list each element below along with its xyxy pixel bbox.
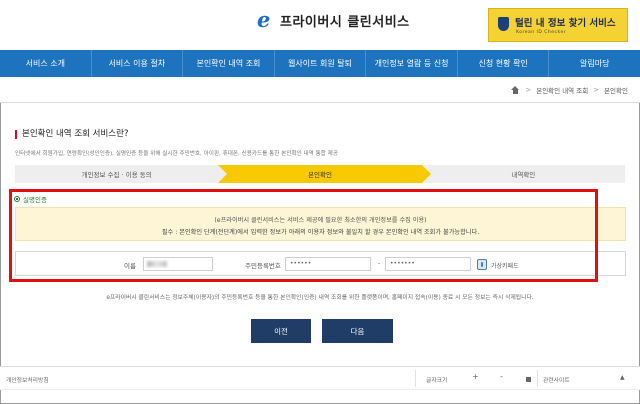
home-icon[interactable] — [511, 86, 520, 94]
nav-item-request-status[interactable]: 신청 현황 확인 — [458, 50, 550, 77]
banner-title: 털린 내 정보 찾기 서비스 — [515, 18, 616, 29]
nav-item-notice[interactable]: 알림마당 — [549, 50, 640, 77]
logo-text: 프라이버시 클린서비스 — [280, 14, 410, 30]
section-title: 본인확인 내역 조회 서비스란? — [15, 130, 128, 139]
privacy-policy-link[interactable]: 개인정보처리방침 — [6, 375, 49, 384]
highlight-box — [9, 189, 598, 282]
breadcrumb-bar: > 본인확인 내역 조회 > 본인확인 — [0, 77, 640, 103]
font-decrease-button[interactable]: - — [500, 372, 503, 381]
nav-item-info-request[interactable]: 개인정보 열람 등 신청 — [366, 50, 458, 77]
font-reset-icon[interactable] — [526, 377, 531, 382]
section-description: 인터넷에서 회원가입, 연령확인(성인인증), 실명인증 등을 위해 실시한 주… — [15, 151, 338, 157]
font-increase-button[interactable]: + — [472, 372, 479, 381]
breadcrumb-separator: > — [525, 86, 532, 94]
site-logo[interactable]: e 프라이버시 클린서비스 — [256, 7, 410, 32]
step-consent: 개인정보 수집 · 이용 동의 — [15, 165, 228, 183]
breadcrumb-separator: > — [593, 86, 600, 94]
next-button[interactable]: 다음 — [322, 319, 393, 343]
breadcrumb-item[interactable]: 본인확인 내역 조회 — [536, 85, 588, 95]
divider — [537, 370, 538, 387]
nav-item-usage-procedure[interactable]: 서비스 이용 절차 — [92, 50, 184, 77]
shield-icon — [498, 17, 509, 31]
logo-e-icon: e — [257, 7, 271, 32]
banner-subtitle: Korean ID Checker — [516, 30, 567, 35]
step-history-check: 내역확인 — [421, 165, 625, 183]
related-sites-select[interactable]: 관련사이트 — [543, 375, 570, 384]
caret-up-icon[interactable]: ▲ — [620, 374, 625, 381]
breadcrumb: > 본인확인 내역 조회 > 본인확인 — [511, 85, 628, 95]
prev-button[interactable]: 이전 — [251, 319, 311, 343]
nav-item-website-withdrawal[interactable]: 웹사이트 회원 탈퇴 — [275, 50, 367, 77]
site-footer: 개인정보처리방침 글자크기 + - 관련사이트 ▲ — [0, 366, 640, 390]
nav-item-service-intro[interactable]: 서비스 소개 — [0, 50, 92, 77]
site-header: e 프라이버시 클린서비스 털린 내 정보 찾기 서비스 Korean ID C… — [0, 0, 640, 50]
id-checker-banner[interactable]: 털린 내 정보 찾기 서비스 Korean ID Checker — [488, 8, 628, 42]
font-size-label: 글자크기 — [426, 378, 448, 384]
breadcrumb-item-current: 본인확인 — [604, 87, 628, 95]
divider — [415, 370, 416, 387]
progress-steps: 개인정보 수집 · 이용 동의 본인확인 내역확인 — [15, 165, 625, 183]
nav-item-identity-history[interactable]: 본인확인 내역 조회 — [183, 50, 275, 77]
privacy-footnote: e프라이버시 클린서비스는 정보주체(이용자)의 주민등록번호 등을 통한 본인… — [106, 295, 534, 301]
step-identity-verification: 본인확인 — [218, 165, 431, 183]
main-nav: 서비스 소개 서비스 이용 절차 본인확인 내역 조회 웹사이트 회원 탈퇴 개… — [0, 50, 640, 77]
